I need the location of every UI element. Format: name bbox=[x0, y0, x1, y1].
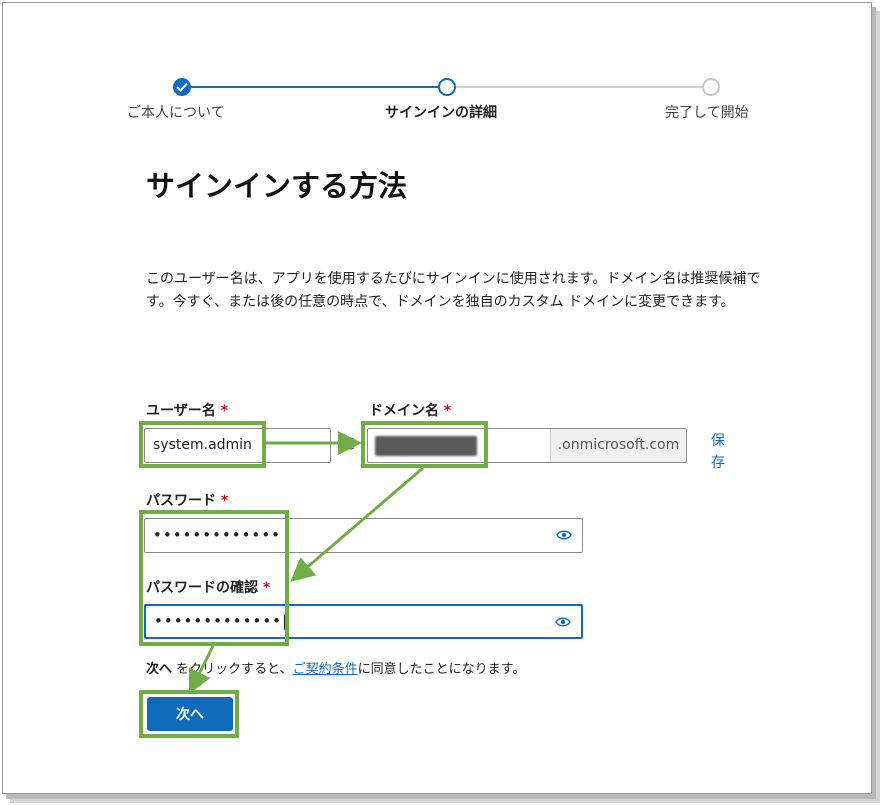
arrow-domain-to-password bbox=[290, 466, 424, 582]
signup-window: ご本人について サインインの詳細 完了して開始 サインインする方法 このユーザー… bbox=[2, 2, 872, 794]
arrow-password-to-next bbox=[188, 645, 215, 695]
annotation-arrows bbox=[188, 431, 424, 695]
